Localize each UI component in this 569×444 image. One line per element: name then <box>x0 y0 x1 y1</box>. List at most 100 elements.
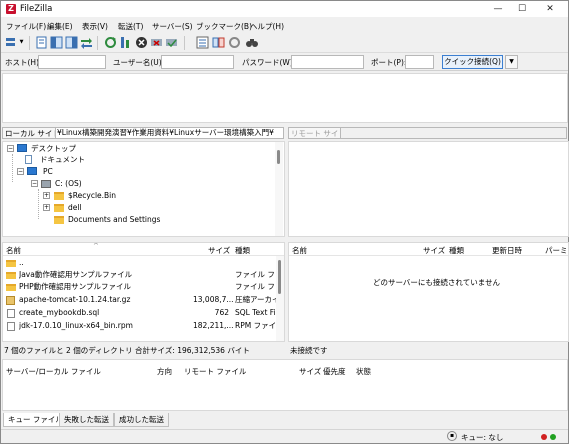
remote-directory-tree[interactable] <box>288 141 569 237</box>
toggle-log-icon[interactable] <box>35 36 48 49</box>
transfer-queue[interactable]: サーバー/ローカル ファイル 方向 リモート ファイル サイズ 優先度 状態 <box>2 359 568 411</box>
queue-tabs: キュー ファイル 失敗した転送 成功した転送 <box>1 413 568 428</box>
expand-icon[interactable]: + <box>43 204 50 211</box>
folder-icon <box>6 272 16 279</box>
local-file-list[interactable]: 名前 ^ サイズ 種類 .. Java動作確認用サンプルファイル ファイル フォ… <box>2 242 285 342</box>
password-input[interactable] <box>291 55 364 69</box>
local-path-bar: ローカル サイト: ¥Linux構築開発演習¥作業用資料¥Linuxサーバー環境… <box>2 126 285 140</box>
file-row[interactable]: PHP動作確認用サンプルファイル ファイル フォル <box>3 281 284 293</box>
menu-server[interactable]: サーバー(S) <box>152 21 193 32</box>
maximize-button[interactable]: ☐ <box>512 3 532 15</box>
tree-label: デスクトップ <box>31 144 76 153</box>
reconnect-icon[interactable] <box>165 36 178 49</box>
quickconnect-dropdown-icon[interactable]: ▼ <box>505 55 518 69</box>
disconnect-icon[interactable] <box>150 36 163 49</box>
remote-path-input[interactable] <box>340 127 567 139</box>
local-list-scrollbar[interactable] <box>276 256 284 341</box>
sync-browsing-icon[interactable] <box>228 36 241 49</box>
column-type[interactable]: 種類 <box>449 245 464 256</box>
folder-icon <box>6 284 16 291</box>
tab-failed-transfers[interactable]: 失敗した転送 <box>59 413 114 427</box>
column-permissions[interactable]: パーミッ <box>545 245 568 256</box>
file-type: 圧縮アーカイ <box>235 295 277 304</box>
file-name: apache-tomcat-10.1.24.tar.gz <box>19 295 131 304</box>
folder-shortcut-icon <box>54 216 64 224</box>
title-bar: Z FileZilla — ☐ ✕ <box>1 1 568 17</box>
file-name: PHP動作確認用サンプルファイル <box>19 282 131 291</box>
remote-file-list[interactable]: 名前 サイズ 種類 更新日時 パーミッ どのサーバーにも接続されていません <box>288 242 569 342</box>
port-input[interactable] <box>405 55 434 69</box>
tree-label: Documents and Settings <box>68 215 161 224</box>
column-name[interactable]: 名前 <box>292 245 307 256</box>
expand-icon[interactable]: + <box>43 192 50 199</box>
archive-icon <box>6 296 15 305</box>
compare-directories-icon[interactable] <box>212 36 225 49</box>
menu-bar: ファイル(F) 編集(E) 表示(V) 転送(T) サーバー(S) ブックマーク… <box>1 19 568 33</box>
quickconnect-button[interactable]: クイック接続(Q) <box>442 55 503 69</box>
scrollbar-thumb[interactable] <box>278 260 281 294</box>
directory-filter-icon[interactable] <box>196 36 209 49</box>
tab-successful-transfers[interactable]: 成功した転送 <box>114 413 169 427</box>
file-row[interactable]: jdk-17.0.10_linux-x64_bin.rpm 182,211,..… <box>3 320 284 332</box>
close-button[interactable]: ✕ <box>540 3 560 15</box>
local-status-text: 7 個のファイルと 2 個のディレクトリ 合計サイズ: 196,312,536 … <box>4 346 250 355</box>
column-type[interactable]: 種類 <box>235 245 250 256</box>
file-icon <box>7 309 15 318</box>
column-priority[interactable]: 優先度 <box>323 366 346 377</box>
column-status[interactable]: 状態 <box>356 366 371 377</box>
site-manager-dropdown-icon[interactable]: ▼ <box>18 36 25 49</box>
tree-label: dell <box>68 203 82 212</box>
tree-label: C: (OS) <box>55 179 82 188</box>
download-activity-led-icon <box>550 434 556 440</box>
scrollbar-thumb[interactable] <box>277 150 280 164</box>
column-size[interactable]: サイズ <box>423 245 445 256</box>
host-input[interactable] <box>38 55 106 69</box>
toggle-remote-tree-icon[interactable] <box>65 36 78 49</box>
refresh-icon[interactable] <box>104 36 117 49</box>
file-size: 762 <box>214 308 229 317</box>
toggle-local-tree-icon[interactable] <box>50 36 63 49</box>
local-path-input[interactable]: ¥Linux構築開発演習¥作業用資料¥Linuxサーバー環境構築入門¥ <box>55 127 284 139</box>
toolbar: ▼ <box>1 33 568 53</box>
tree-label: $Recycle.Bin <box>68 191 117 200</box>
file-row[interactable]: .. <box>3 257 284 269</box>
column-size[interactable]: サイズ <box>299 366 321 377</box>
remote-list-header: 名前 サイズ 種類 更新日時 パーミッ <box>289 243 568 256</box>
file-type: ファイル フォル <box>235 282 277 291</box>
file-name: .. <box>19 258 24 267</box>
search-files-icon[interactable] <box>245 36 258 49</box>
column-size[interactable]: サイズ <box>208 245 230 256</box>
process-queue-icon[interactable] <box>119 36 132 49</box>
site-manager-icon[interactable] <box>5 36 18 49</box>
menu-view[interactable]: 表示(V) <box>82 21 108 32</box>
file-row[interactable]: Java動作確認用サンプルファイル ファイル フォル <box>3 269 284 281</box>
local-directory-tree[interactable]: − デスクトップ ドキュメント − PC − C: (OS) + $Recycl… <box>2 141 285 237</box>
cancel-operation-icon[interactable] <box>135 36 148 49</box>
file-name: jdk-17.0.10_linux-x64_bin.rpm <box>19 321 133 330</box>
column-modified[interactable]: 更新日時 <box>492 245 522 256</box>
toggle-queue-icon[interactable] <box>80 36 93 49</box>
menu-bookmarks[interactable]: ブックマーク(B) <box>196 21 252 32</box>
column-direction[interactable]: 方向 <box>157 366 172 377</box>
collapse-icon[interactable]: − <box>7 145 14 152</box>
documents-icon <box>25 155 32 164</box>
file-row[interactable]: apache-tomcat-10.1.24.tar.gz 13,008,7...… <box>3 294 284 306</box>
message-log[interactable] <box>2 73 568 123</box>
column-server-local-file[interactable]: サーバー/ローカル ファイル <box>6 366 101 377</box>
collapse-icon[interactable]: − <box>31 180 38 187</box>
collapse-icon[interactable]: − <box>17 168 24 175</box>
drive-icon <box>41 180 51 188</box>
menu-help[interactable]: ヘルプ(H) <box>250 21 284 32</box>
file-type: SQL Text Fil <box>235 308 277 317</box>
minimize-button[interactable]: — <box>488 3 508 15</box>
column-name[interactable]: 名前 <box>6 245 21 256</box>
username-input[interactable] <box>161 55 234 69</box>
local-tree-scrollbar[interactable] <box>275 142 283 236</box>
menu-transfer[interactable]: 転送(T) <box>118 21 143 32</box>
file-row[interactable]: create_mybookdb.sql 762 SQL Text Fil <box>3 307 284 319</box>
queue-status-text: キュー: なし <box>461 433 504 442</box>
menu-file[interactable]: ファイル(F) <box>6 21 46 32</box>
quickconnect-bar: ホスト(H): ユーザー名(U): パスワード(W): ポート(P): クイック… <box>1 53 568 71</box>
column-remote-file[interactable]: リモート ファイル <box>184 366 246 377</box>
menu-edit[interactable]: 編集(E) <box>47 21 73 32</box>
